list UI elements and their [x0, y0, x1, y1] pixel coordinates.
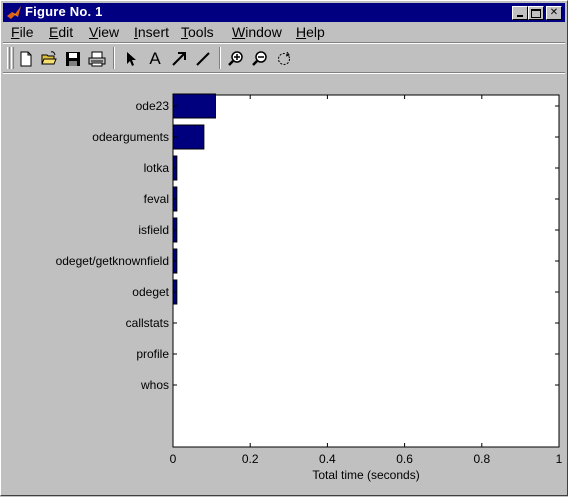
rotate-3d-icon — [278, 51, 290, 65]
pointer-arrow-icon — [127, 52, 136, 66]
x-tick-label: 0.2 — [242, 452, 259, 466]
menu-help[interactable]: Help — [296, 24, 325, 40]
insert-text-button[interactable]: A — [144, 48, 166, 70]
plot-area — [172, 94, 560, 448]
menu-label-rest: dit — [58, 24, 74, 40]
x-tick-label: 0.6 — [396, 452, 413, 466]
select-arrow-button[interactable] — [120, 48, 142, 70]
toolbar-separator — [113, 47, 115, 69]
zoom-in-icon — [228, 51, 243, 66]
menu-file[interactable]: File — [11, 24, 34, 40]
toolbar-separator-2 — [219, 47, 221, 69]
diagonal-arrow-icon — [172, 52, 186, 66]
y-tick-label: odearguments — [92, 130, 169, 144]
close-button[interactable]: ✕ — [546, 6, 562, 20]
rotate-3d-button[interactable] — [273, 48, 295, 70]
x-tick-label: 0 — [170, 452, 177, 466]
menu-label-rest: elp — [306, 24, 325, 40]
new-file-icon — [20, 51, 32, 67]
y-tick-label: odeget/getknownfield — [56, 254, 169, 268]
x-tick-label: 0.8 — [473, 452, 490, 466]
menu-mnemonic: F — [11, 24, 20, 40]
x-tick-label: 1 — [556, 452, 563, 466]
menu-label-rest: ools — [188, 24, 214, 40]
y-tick-label: isfield — [138, 223, 169, 237]
window-title: Figure No. 1 — [25, 4, 103, 19]
zoom-out-icon — [252, 51, 267, 66]
close-icon: ✕ — [549, 7, 559, 18]
y-tick-label: odeget — [132, 285, 169, 299]
x-tick-label: 0.4 — [319, 452, 336, 466]
menu-label-rest: indow — [245, 24, 282, 40]
title-bar[interactable]: Figure No. 1 ✕ — [3, 3, 565, 22]
bar-odearguments — [172, 124, 205, 150]
menu-tools[interactable]: Tools — [181, 24, 214, 40]
y-tick-label: ode23 — [136, 99, 170, 113]
maximize-button[interactable] — [528, 6, 544, 20]
menu-window[interactable]: Window — [232, 24, 282, 40]
save-disk-icon — [66, 52, 80, 66]
figure-window: Figure No. 1 ✕ File Edit View Insert Tools Wi… — [0, 0, 568, 496]
minimize-icon — [517, 15, 523, 17]
menu-view[interactable]: View — [89, 24, 119, 40]
figure-area: ode23 odearguments lotka feval isfield odeget… — [3, 74, 565, 494]
menu-label-rest: iew — [98, 24, 120, 40]
menu-mnemonic: T — [181, 24, 188, 40]
insert-line-button[interactable] — [192, 48, 214, 70]
menu-mnemonic: H — [296, 24, 307, 40]
maximize-icon — [531, 8, 541, 18]
bar-chart[interactable]: ode23 odearguments lotka feval isfield odeget… — [3, 74, 565, 494]
bar-ode23 — [172, 93, 216, 119]
toolbar-grip-2 — [11, 47, 14, 69]
menu-edit[interactable]: Edit — [49, 24, 73, 40]
save-button[interactable] — [62, 48, 84, 70]
menu-mnemonic: E — [49, 24, 59, 40]
minimize-button[interactable] — [512, 6, 528, 20]
y-tick-label: lotka — [144, 161, 170, 175]
menu-mnemonic: V — [89, 24, 99, 40]
matlab-logo-icon — [7, 6, 21, 19]
toolbar-grip[interactable] — [7, 47, 10, 69]
new-file-button[interactable] — [15, 48, 37, 70]
menu-separator — [3, 42, 565, 44]
line-icon — [196, 52, 210, 66]
toolbar: A — [3, 45, 565, 71]
menu-mnemonic: W — [232, 24, 246, 40]
open-folder-icon — [41, 51, 57, 65]
menu-bar: File Edit View Insert Tools Window Help — [3, 22, 565, 42]
printer-icon — [88, 51, 106, 67]
y-tick-label: whos — [140, 378, 169, 392]
open-file-button[interactable] — [38, 48, 60, 70]
menu-label-rest: nsert — [137, 24, 170, 40]
print-button[interactable] — [86, 48, 108, 70]
x-axis-label: Total time (seconds) — [312, 468, 419, 482]
insert-arrow-button[interactable] — [168, 48, 190, 70]
zoom-out-button[interactable] — [249, 48, 271, 70]
text-a-icon: A — [149, 49, 161, 68]
y-tick-label: profile — [136, 347, 169, 361]
y-tick-label: callstats — [126, 316, 169, 330]
menu-label-rest: ile — [19, 24, 34, 40]
zoom-in-button[interactable] — [225, 48, 247, 70]
y-tick-label: feval — [144, 192, 169, 206]
menu-insert[interactable]: Insert — [134, 24, 169, 40]
